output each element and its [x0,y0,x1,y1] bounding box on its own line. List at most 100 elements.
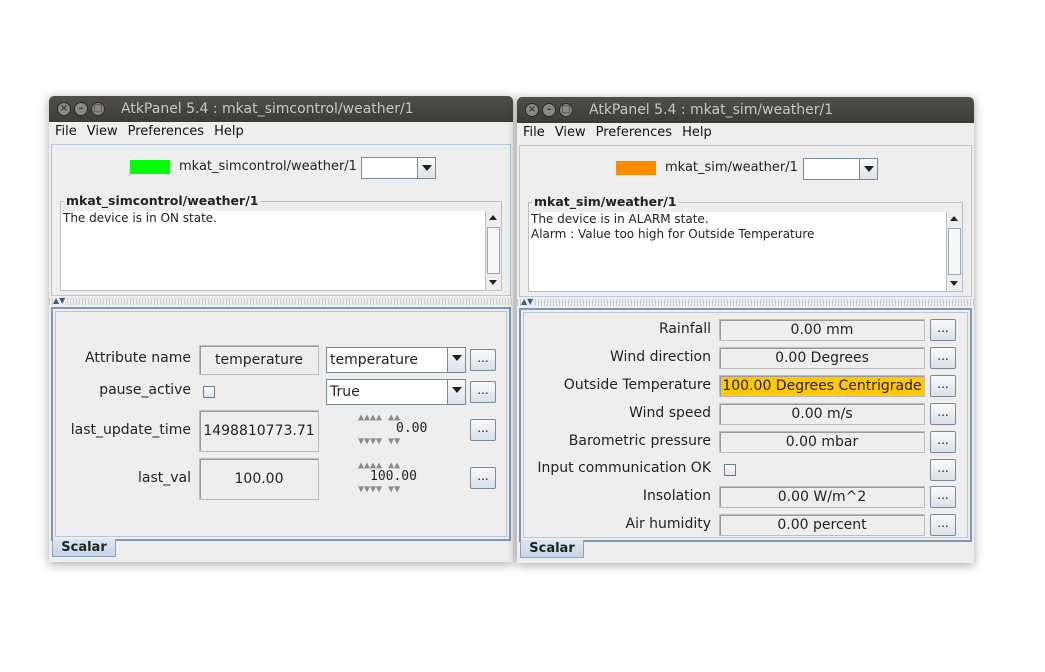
input-communication-ok-checkbox[interactable] [724,464,736,476]
attribute-label: Input communication OK [537,460,711,476]
attribute-row-air-humidity: Air humidity 0.00 percent ... [524,514,967,536]
tab-scalar[interactable]: Scalar [520,540,584,558]
group-title: mkat_simcontrol/weather/1 [64,193,261,208]
scroll-down-icon[interactable] [947,277,962,291]
chevron-down-icon[interactable] [417,158,435,178]
split-arrows-icon[interactable]: ▲▼ [53,296,66,305]
status-text: The device is in ON state. [61,211,485,290]
scroll-thumb[interactable] [948,228,961,275]
pause-active-combo-text: True [330,384,360,400]
maximize-icon[interactable]: □ [91,102,105,116]
status-group: mkat_sim/weather/1 The device is in ALAR… [528,194,963,292]
attribute-row-wind-direction: Wind direction 0.00 Degrees ... [524,347,967,369]
last-update-time-more-button[interactable]: ... [470,419,496,441]
attribute-more-button[interactable]: ... [930,403,956,425]
attribute-name-value: temperature [199,345,319,375]
attribute-more-button[interactable]: ... [930,514,956,536]
pause-active-more-button[interactable]: ... [470,381,496,403]
attribute-row-rainfall: Rainfall 0.00 mm ... [524,319,967,341]
pause-active-combo[interactable]: True [326,379,466,405]
close-icon[interactable]: × [57,102,71,116]
chevron-down-icon[interactable] [447,348,465,372]
menubar: File View Preferences Help [517,123,974,143]
scroll-thumb[interactable] [487,227,500,274]
close-icon[interactable]: × [525,103,539,117]
menu-view[interactable]: View [82,122,123,139]
vertical-scrollbar[interactable] [946,212,962,291]
attribute-label: Insolation [642,488,711,504]
scalar-panel-inner: Rainfall 0.00 mm ... Wind direction 0.00… [523,312,968,538]
chevron-down-icon[interactable] [447,380,465,404]
attribute-row-insolation: Insolation 0.00 W/m^2 ... [524,486,967,508]
attribute-name-combo-text: temperature [330,352,418,368]
chevron-down-icon[interactable] [859,159,877,179]
attribute-more-button[interactable]: ... [930,431,956,453]
menu-file[interactable]: File [49,122,82,139]
minimize-icon[interactable]: – [74,102,88,116]
attribute-more-button[interactable]: ... [930,319,956,341]
device-status-area: mkat_sim/weather/1 mkat_sim/weather/1 Th… [519,145,972,297]
device-name-label: mkat_simcontrol/weather/1 [179,159,357,174]
menu-preferences[interactable]: Preferences [591,123,677,140]
scalar-tab-panel: Attribute name temperature temperature .… [51,307,511,541]
attribute-value-alarm: 100.00 Degrees Centrigrade [719,375,925,397]
wheel-down-icons[interactable]: ▼▼▼▼ ▼▼ [358,484,400,495]
attribute-name-label: Attribute name [85,350,191,366]
titlebar: × – □ AtkPanel 5.4 : mkat_sim/weather/1 [517,97,974,123]
tab-scalar[interactable]: Scalar [52,539,116,557]
maximize-icon[interactable]: □ [559,103,573,117]
pause-active-checkbox[interactable] [203,386,215,398]
split-arrows-icon[interactable]: ▲▼ [521,297,534,306]
split-divider[interactable]: ▲▼ [49,296,513,305]
attribute-more-button[interactable]: ... [930,375,956,397]
attribute-more-button[interactable]: ... [930,459,956,481]
attribute-value: 0.00 m/s [719,403,925,425]
wheel-up-icons[interactable]: ▲▲▲▲ ▲▲ [358,412,400,423]
attribute-more-button[interactable]: ... [930,347,956,369]
split-divider[interactable]: ▲▼ [517,297,974,306]
attribute-label: Air humidity [625,516,712,532]
window-title: AtkPanel 5.4 : mkat_sim/weather/1 [589,102,834,118]
menu-preferences[interactable]: Preferences [123,122,209,139]
status-group: mkat_simcontrol/weather/1 The device is … [60,193,502,291]
window-title: AtkPanel 5.4 : mkat_simcontrol/weather/1 [121,101,414,117]
minimize-icon[interactable]: – [542,103,556,117]
last-update-time-wheel-editor[interactable]: ▲▲▲▲ ▲▲ 0.00 ▼▼▼▼ ▼▼ [358,412,448,450]
attribute-label: Outside Temperature [563,377,711,393]
device-status-area: mkat_simcontrol/weather/1 mkat_simcontro… [51,144,511,296]
device-command-combo[interactable] [803,158,878,180]
right-window: × – □ AtkPanel 5.4 : mkat_sim/weather/1 Fi… [517,97,974,563]
menu-help[interactable]: Help [209,122,249,139]
attribute-value: 0.00 W/m^2 [719,486,925,508]
menu-view[interactable]: View [550,123,591,140]
attribute-label: Wind speed [629,405,711,421]
attribute-label: Wind direction [610,349,711,365]
attribute-row-outside-temperature: Outside Temperature 100.00 Degrees Centr… [524,375,967,397]
attribute-name-more-button[interactable]: ... [470,349,496,371]
menu-file[interactable]: File [517,123,550,140]
attribute-row-barometric-pressure: Barometric pressure 0.00 mbar ... [524,431,967,453]
attribute-name-combo[interactable]: temperature [326,347,466,373]
group-title: mkat_sim/weather/1 [532,194,679,209]
menubar: File View Preferences Help [49,122,513,142]
scroll-up-icon[interactable] [486,211,501,225]
state-indicator [616,161,656,175]
scroll-up-icon[interactable] [947,212,962,226]
last-val-more-button[interactable]: ... [470,467,496,489]
attribute-more-button[interactable]: ... [930,486,956,508]
attribute-row-wind-speed: Wind speed 0.00 m/s ... [524,403,967,425]
vertical-scrollbar[interactable] [485,211,501,290]
scroll-down-icon[interactable] [486,276,501,290]
status-text: The device is in ALARM state. Alarm : Va… [529,212,946,291]
wheel-value: 100.00 [370,469,417,484]
menu-help[interactable]: Help [677,123,717,140]
attribute-label: Rainfall [658,321,711,337]
wheel-down-icons[interactable]: ▼▼▼▼ ▼▼ [358,436,400,447]
attribute-value: 0.00 percent [719,514,925,536]
titlebar: × – □ AtkPanel 5.4 : mkat_simcontrol/weath… [49,96,513,122]
attribute-label: Barometric pressure [568,433,711,449]
device-command-combo[interactable] [361,157,436,179]
last-update-time-value: 1498810773.71 [199,410,319,452]
scalar-tab-panel: Rainfall 0.00 mm ... Wind direction 0.00… [519,308,972,542]
last-val-wheel-editor[interactable]: ▲▲▲▲ ▲▲ 100.00 ▼▼▼▼ ▼▼ [358,460,448,498]
